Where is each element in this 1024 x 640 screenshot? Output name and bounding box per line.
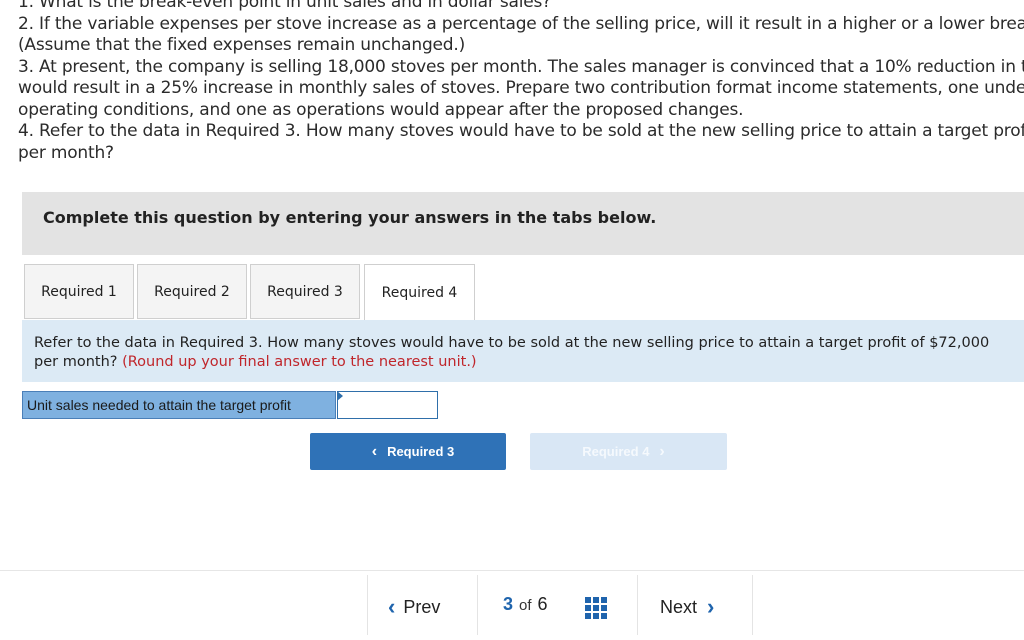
footer-separator — [477, 575, 478, 635]
chevron-right-icon: › — [659, 442, 665, 460]
next-required-button[interactable]: Required 4 › — [530, 433, 727, 470]
prev-required-button[interactable]: ‹ Required 3 — [310, 433, 506, 470]
footer-next-label: Next — [660, 596, 698, 617]
chevron-right-icon: › — [707, 594, 715, 619]
tab-required-4[interactable]: Required 4 — [364, 264, 475, 321]
answer-label: Unit sales needed to attain the target p… — [22, 391, 336, 419]
footer-separator — [367, 575, 368, 635]
footer-prev-button[interactable]: ‹ Prev — [388, 594, 440, 620]
footer-divider — [0, 570, 1024, 571]
question-line: 1. What is the break-even point in unit … — [18, 0, 551, 12]
tab-label: Required 4 — [381, 284, 458, 301]
question-line: operating conditions, and one as operati… — [18, 99, 744, 120]
answer-input-box[interactable] — [337, 391, 439, 419]
tab-label: Required 3 — [267, 283, 343, 300]
input-flag-icon — [337, 391, 343, 401]
question-text-block: Refer to the data in Required 3. How man… — [34, 334, 1014, 372]
tab-required-1[interactable]: Required 1 — [24, 264, 134, 319]
of-label: of — [519, 597, 532, 614]
rounding-hint: (Round up your final answer to the neare… — [122, 354, 477, 370]
next-required-label: Required 4 — [582, 444, 650, 459]
question-box: Refer to the data in Required 3. How man… — [22, 320, 1024, 382]
question-line: would result in a 25% increase in monthl… — [18, 78, 1024, 98]
question-list: 1. What is the break-even point in unit … — [18, 0, 1024, 164]
footer-prev-label: Prev — [403, 596, 441, 617]
tab-label: Required 2 — [154, 283, 230, 300]
footer-next-button[interactable]: Next › — [660, 594, 714, 620]
tab-label: Required 1 — [41, 283, 117, 300]
question-line: (Assume that the fixed expenses remain u… — [18, 35, 466, 55]
chevron-left-icon: ‹ — [388, 594, 396, 619]
grid-icon[interactable] — [585, 597, 607, 619]
question-line: 2. If the variable expenses per stove in… — [18, 13, 1024, 34]
page-indicator: 3 of 6 — [503, 594, 548, 615]
footer-separator — [637, 575, 638, 635]
prev-required-label: Required 3 — [387, 444, 455, 459]
question-line: 3. At present, the company is selling 18… — [18, 56, 1024, 77]
question-line: 4. Refer to the data in Required 3. How … — [18, 121, 1024, 141]
tab-required-3[interactable]: Required 3 — [250, 264, 360, 319]
instructions-banner: Complete this question by entering your … — [22, 192, 1024, 255]
instructions-text: Complete this question by entering your … — [43, 208, 657, 227]
unit-sales-input[interactable] — [340, 393, 439, 419]
tab-required-2[interactable]: Required 2 — [137, 264, 247, 319]
current-page: 3 — [503, 594, 514, 614]
chevron-left-icon: ‹ — [371, 442, 378, 460]
footer-separator — [752, 575, 753, 635]
total-pages: 6 — [537, 594, 548, 614]
question-line: per month? — [18, 142, 114, 163]
